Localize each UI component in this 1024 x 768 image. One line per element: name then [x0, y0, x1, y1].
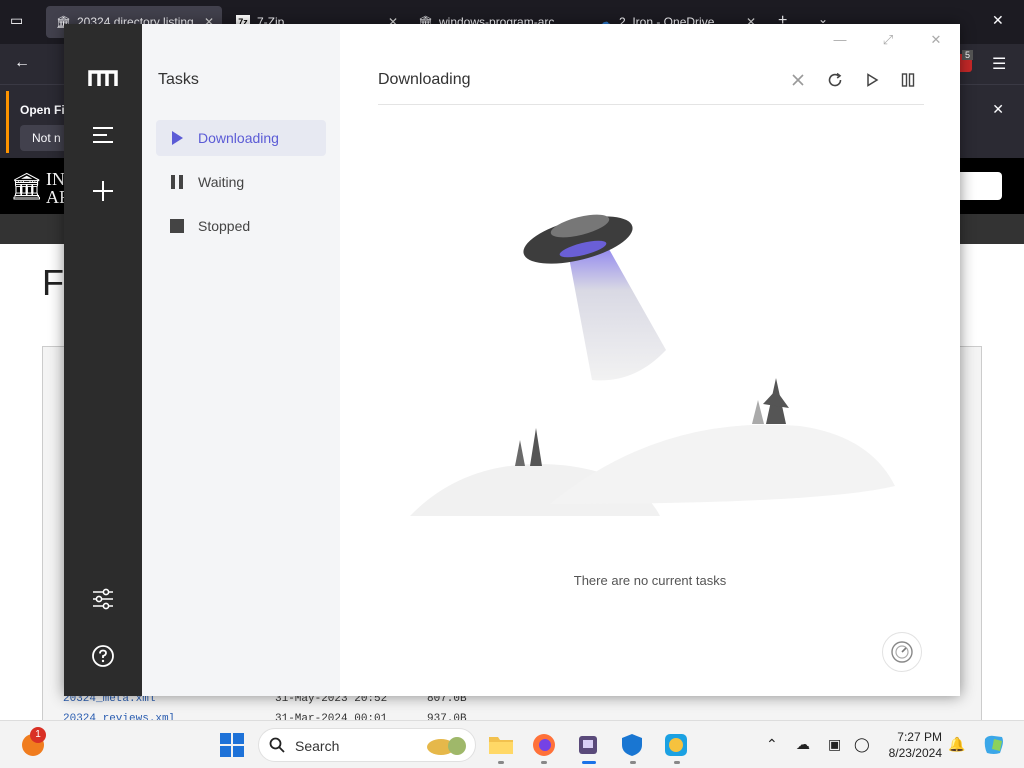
clock-time: 7:27 PM [897, 730, 942, 744]
sidebar-title: Tasks [158, 71, 199, 88]
chevron-up-icon[interactable]: ⌃ [766, 736, 778, 753]
app-icon[interactable] [664, 733, 688, 757]
firefox-icon[interactable] [532, 733, 556, 757]
running-indicator [541, 761, 547, 764]
windows-taskbar: 1 Search ⌃ ☁ ▣ ◯ 7:27 PM 8/23/2024 🔔 [0, 720, 1024, 768]
empty-state-ufo-illustration [410, 214, 895, 516]
app-rail [64, 24, 142, 696]
pause-icon [171, 175, 183, 189]
task-main-panel: — ⤢ ✕ Downloading There are no current t… [340, 24, 960, 696]
notification-accent [6, 91, 9, 153]
windows-security-icon[interactable] [620, 733, 644, 757]
close-icon[interactable]: ✕ [926, 30, 946, 50]
sidebar-item-label: Waiting [198, 174, 245, 190]
onedrive-offline-icon[interactable]: ☁ [796, 736, 810, 753]
title-divider [378, 104, 924, 105]
delete-task-icon[interactable] [786, 68, 810, 92]
close-icon[interactable]: ✕ [992, 101, 1004, 118]
sidebar-item-label: Stopped [198, 218, 251, 234]
sidebar-item-waiting[interactable]: Waiting [156, 164, 326, 200]
menu-icon[interactable]: ☰ [992, 54, 1006, 74]
task-sidebar: Tasks Downloading Waiting Stopped [142, 24, 340, 696]
page-title: Downloading [378, 71, 471, 88]
sidebar-item-label: Downloading [198, 130, 279, 146]
start-icon[interactable] [220, 733, 244, 757]
page-title: F [42, 262, 64, 303]
motrix-taskbar-icon[interactable] [576, 733, 600, 757]
minimize-icon[interactable]: — [830, 30, 850, 50]
extension-badge: 5 [962, 50, 974, 60]
sidebar-item-downloading[interactable]: Downloading [156, 120, 326, 156]
menu-icon[interactable] [64, 126, 142, 149]
help-icon[interactable] [64, 644, 142, 673]
motrix-logo-icon[interactable] [64, 68, 142, 93]
network-icon[interactable]: ◯ [854, 736, 870, 753]
file-explorer-icon[interactable] [488, 733, 513, 757]
search-placeholder: Search [295, 738, 340, 754]
clock-date: 8/23/2024 [888, 746, 942, 760]
taskbar-search-input[interactable]: Search [258, 728, 476, 762]
maximize-icon[interactable]: ⤢ [878, 30, 898, 50]
refresh-icon[interactable] [823, 68, 847, 92]
copilot-icon[interactable] [982, 733, 1006, 757]
notification-title: Open Fi [20, 103, 65, 117]
search-icon [269, 737, 285, 753]
add-task-icon[interactable] [64, 180, 142, 207]
display-icon[interactable]: ▣ [828, 736, 841, 753]
notification-badge: 1 [30, 727, 46, 743]
running-indicator [674, 761, 680, 764]
close-window-icon[interactable]: ✕ [992, 12, 1004, 29]
search-highlight-icon [427, 737, 466, 755]
sidebar-item-stopped[interactable]: Stopped [156, 208, 326, 244]
play-icon [172, 131, 183, 145]
tab-list-icon[interactable]: ▭ [10, 12, 23, 29]
speedometer-icon [891, 641, 913, 663]
preferences-icon[interactable] [64, 588, 142, 615]
pause-all-icon[interactable] [896, 68, 920, 92]
running-indicator [498, 761, 504, 764]
back-icon[interactable]: ← [14, 54, 30, 72]
archive-logo-icon[interactable]: 🏛 [10, 172, 43, 202]
speed-limit-button[interactable] [882, 632, 922, 672]
bell-icon[interactable]: 🔔 [948, 736, 965, 753]
resume-all-icon[interactable] [860, 68, 884, 92]
system-clock[interactable]: 7:27 PM 8/23/2024 [886, 729, 942, 761]
running-indicator [630, 761, 636, 764]
empty-state-message: There are no current tasks [573, 573, 727, 588]
stop-icon [170, 219, 184, 233]
active-indicator [582, 761, 596, 764]
motrix-window: Tasks Downloading Waiting Stopped — ⤢ ✕ … [64, 24, 960, 696]
